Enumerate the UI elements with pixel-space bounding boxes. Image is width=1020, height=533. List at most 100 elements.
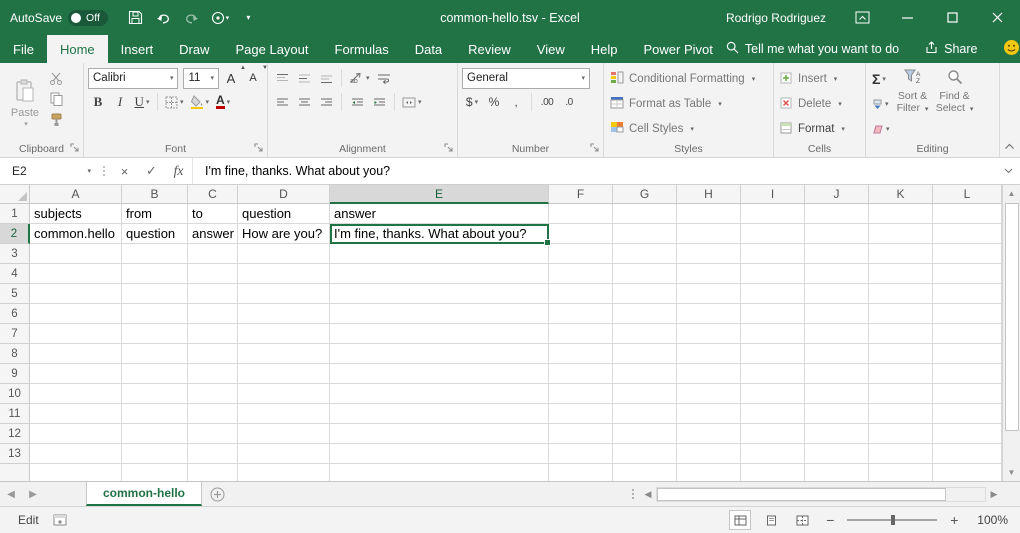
cell-I10[interactable] (741, 384, 805, 404)
cell-A4[interactable] (30, 264, 122, 284)
cell-D11[interactable] (238, 404, 330, 424)
column-header-F[interactable]: F (549, 185, 613, 204)
cell-D13[interactable] (238, 444, 330, 464)
cell-E7[interactable] (330, 324, 549, 344)
cell-B5[interactable] (122, 284, 188, 304)
cell-K6[interactable] (869, 304, 933, 324)
find-select-button[interactable]: Find & Select ▾ (934, 66, 976, 141)
cell-J1[interactable] (805, 204, 869, 224)
cell-H10[interactable] (677, 384, 741, 404)
cell-B3[interactable] (122, 244, 188, 264)
autosum-button[interactable]: Σ▾ (870, 67, 892, 91)
cell-J14[interactable] (805, 464, 869, 481)
merge-center-button[interactable]: ▾ (400, 91, 424, 113)
cell-G1[interactable] (613, 204, 677, 224)
cell-L2[interactable] (933, 224, 1002, 244)
cell-A11[interactable] (30, 404, 122, 424)
cell-C13[interactable] (188, 444, 238, 464)
cell-I12[interactable] (741, 424, 805, 444)
cell-F5[interactable] (549, 284, 613, 304)
ribbon-tab-draw[interactable]: Draw (166, 35, 222, 63)
cell-K13[interactable] (869, 444, 933, 464)
cell-C9[interactable] (188, 364, 238, 384)
cell-G5[interactable] (613, 284, 677, 304)
cell-K1[interactable] (869, 204, 933, 224)
column-header-E[interactable]: E (330, 185, 549, 204)
undo-icon[interactable] (152, 5, 176, 31)
cell-B8[interactable] (122, 344, 188, 364)
cell-F13[interactable] (549, 444, 613, 464)
cell-B6[interactable] (122, 304, 188, 324)
cell-C2[interactable]: answer (188, 224, 238, 244)
cell-H9[interactable] (677, 364, 741, 384)
cell-K14[interactable] (869, 464, 933, 481)
cell-D12[interactable] (238, 424, 330, 444)
cell-K7[interactable] (869, 324, 933, 344)
cell-C14[interactable] (188, 464, 238, 481)
format-painter-icon[interactable] (46, 111, 66, 129)
cell-K11[interactable] (869, 404, 933, 424)
row-header-11[interactable]: 11 (0, 404, 30, 424)
increase-decimal-button[interactable]: .00 (537, 91, 557, 113)
ribbon-tab-review[interactable]: Review (455, 35, 524, 63)
cell-L14[interactable] (933, 464, 1002, 481)
hscroll-left-icon[interactable]: ◀ (640, 486, 656, 502)
cell-D6[interactable] (238, 304, 330, 324)
column-header-B[interactable]: B (122, 185, 188, 204)
cell-D14[interactable] (238, 464, 330, 481)
cell-A10[interactable] (30, 384, 122, 404)
cell-L8[interactable] (933, 344, 1002, 364)
cell-I1[interactable] (741, 204, 805, 224)
cell-J9[interactable] (805, 364, 869, 384)
cell-K2[interactable] (869, 224, 933, 244)
column-header-G[interactable]: G (613, 185, 677, 204)
format-as-table-button[interactable]: Format as Table▾ (608, 92, 769, 116)
cell-J2[interactable] (805, 224, 869, 244)
cell-D5[interactable] (238, 284, 330, 304)
confirm-entry-icon[interactable]: ✓ (138, 158, 165, 184)
cell-K10[interactable] (869, 384, 933, 404)
select-all-corner[interactable] (0, 185, 30, 204)
vscroll-up-icon[interactable]: ▲ (1003, 185, 1020, 202)
cell-F4[interactable] (549, 264, 613, 284)
cell-B1[interactable]: from (122, 204, 188, 224)
cell-F12[interactable] (549, 424, 613, 444)
cell-G6[interactable] (613, 304, 677, 324)
cell-D3[interactable] (238, 244, 330, 264)
alignment-dialog-launcher[interactable] (443, 142, 455, 154)
clear-button[interactable]: ▾ (870, 117, 892, 141)
cell-K9[interactable] (869, 364, 933, 384)
align-left-icon[interactable] (272, 91, 292, 113)
ribbon-tab-power-pivot[interactable]: Power Pivot (631, 35, 726, 63)
cell-E6[interactable] (330, 304, 549, 324)
cell-C5[interactable] (188, 284, 238, 304)
close-button[interactable] (975, 0, 1020, 35)
cell-I3[interactable] (741, 244, 805, 264)
maximize-button[interactable] (930, 0, 975, 35)
cell-H6[interactable] (677, 304, 741, 324)
cell-D8[interactable] (238, 344, 330, 364)
ribbon-tab-file[interactable]: File (0, 35, 47, 63)
percent-style-button[interactable]: % (484, 91, 504, 113)
cell-L11[interactable] (933, 404, 1002, 424)
row-header-5[interactable]: 5 (0, 284, 30, 304)
cell-K4[interactable] (869, 264, 933, 284)
cell-E2[interactable]: I'm fine, thanks. What about you? (330, 224, 549, 244)
increase-indent-icon[interactable] (369, 91, 389, 113)
cell-E1[interactable]: answer (330, 204, 549, 224)
font-name-select[interactable]: Calibri▾ (88, 68, 178, 89)
number-dialog-launcher[interactable] (589, 142, 601, 154)
cell-L6[interactable] (933, 304, 1002, 324)
cell-A8[interactable] (30, 344, 122, 364)
cancel-entry-icon[interactable]: × (111, 158, 138, 184)
cell-J6[interactable] (805, 304, 869, 324)
format-cells-button[interactable]: Format▾ (778, 117, 861, 141)
cell-B2[interactable]: question (122, 224, 188, 244)
cell-E9[interactable] (330, 364, 549, 384)
cell-H5[interactable] (677, 284, 741, 304)
cell-G11[interactable] (613, 404, 677, 424)
cell-E11[interactable] (330, 404, 549, 424)
cell-B9[interactable] (122, 364, 188, 384)
cell-A3[interactable] (30, 244, 122, 264)
row-header-10[interactable]: 10 (0, 384, 30, 404)
